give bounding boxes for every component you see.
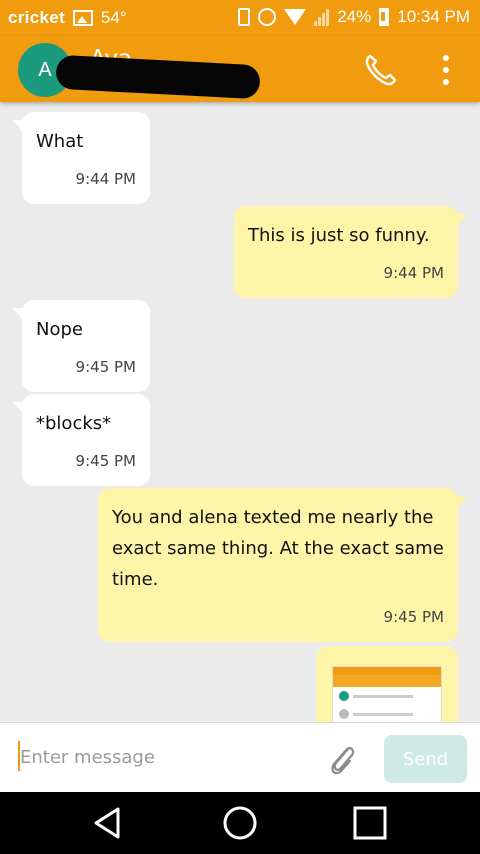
message-list[interactable]: What 9:44 PM This is just so funny. 9:44… — [0, 102, 480, 722]
message-time: 9:44 PM — [383, 264, 444, 282]
temperature-label: 54° — [100, 8, 127, 27]
home-icon[interactable] — [220, 803, 260, 843]
wifi-icon — [284, 9, 307, 25]
message-time: 9:45 PM — [75, 452, 136, 470]
system-nav-bar — [0, 792, 480, 854]
message-time: 9:44 PM — [75, 170, 136, 188]
message-composer: Send — [0, 722, 480, 792]
battery-percent: 24% — [337, 7, 372, 26]
message-bubble-incoming[interactable]: *blocks* 9:45 PM — [13, 394, 150, 486]
alarm-icon — [258, 8, 277, 26]
message-text: Nope — [36, 319, 83, 340]
recents-icon[interactable] — [350, 803, 390, 843]
phone-icon[interactable] — [362, 52, 398, 88]
message-time: 9:45 PM — [383, 608, 444, 626]
message-bubble-outgoing[interactable]: This is just so funny. 9:44 PM — [234, 206, 467, 298]
back-icon[interactable] — [88, 803, 128, 843]
more-vert-icon[interactable] — [436, 52, 456, 88]
clock: 10:34 PM — [397, 7, 470, 26]
redaction-mark — [55, 54, 261, 100]
signal-icon — [314, 8, 330, 26]
conversation-header: A Ava — [0, 36, 480, 102]
status-bar: cricket 54° 24% 10:34 PM — [0, 0, 480, 36]
message-input[interactable] — [20, 737, 310, 777]
image-icon — [72, 10, 93, 26]
message-text: This is just so funny. — [248, 225, 430, 246]
battery-charging-icon — [379, 8, 390, 26]
message-bubble-outgoing[interactable]: You and alena texted me nearly the exact… — [98, 488, 467, 642]
message-text: What — [36, 131, 84, 152]
message-bubble-incoming[interactable]: Nope 9:45 PM — [13, 300, 150, 392]
paperclip-icon[interactable] — [324, 739, 360, 779]
message-text: You and alena texted me nearly the exact… — [112, 507, 444, 590]
screenshot-thumbnail — [332, 666, 442, 722]
message-bubble-incoming[interactable]: What 9:44 PM — [13, 112, 150, 204]
image-attachment[interactable] — [316, 646, 458, 722]
carrier-label: cricket — [8, 8, 65, 27]
vibrate-icon — [238, 8, 251, 26]
message-time: 9:45 PM — [75, 358, 136, 376]
send-button[interactable]: Send — [384, 735, 467, 783]
message-text: *blocks* — [36, 413, 112, 434]
